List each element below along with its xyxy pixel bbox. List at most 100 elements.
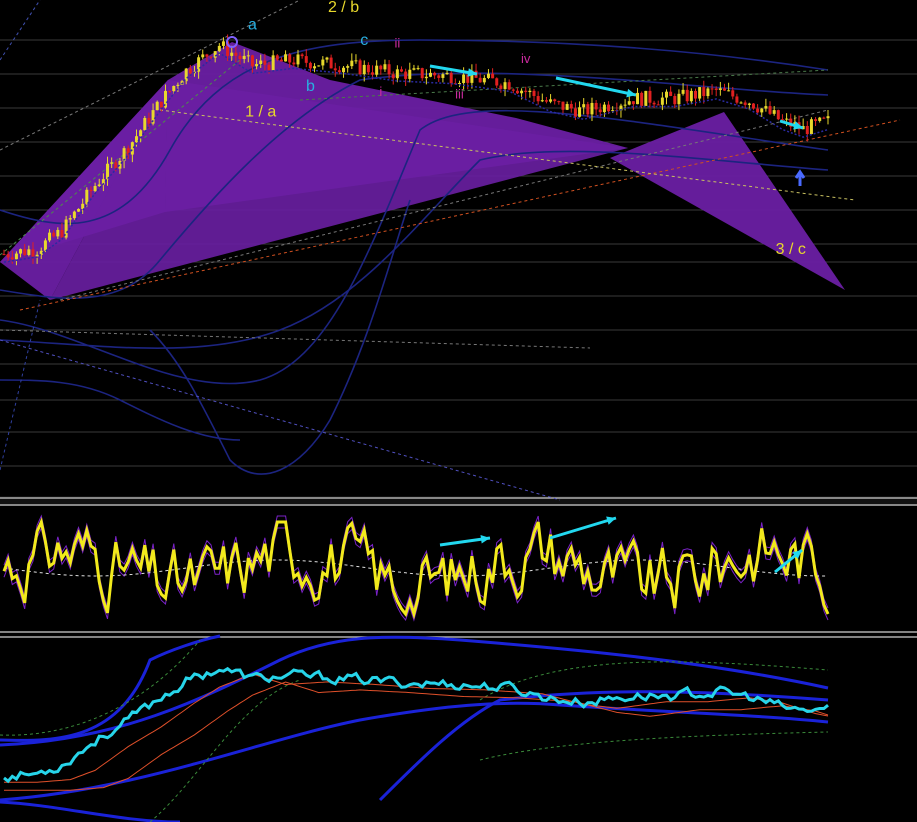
candle-body <box>681 89 685 94</box>
wave-label: i <box>379 84 382 99</box>
candle-body <box>706 88 710 97</box>
candle-body <box>23 249 27 255</box>
candle-body <box>56 229 60 237</box>
candle-body <box>354 60 358 62</box>
candle-body <box>317 65 321 67</box>
candle-body <box>337 70 341 73</box>
candle-body <box>586 104 590 115</box>
candle-body <box>569 104 573 109</box>
candle-body <box>756 108 760 113</box>
candle-body <box>462 74 466 83</box>
candle-body <box>524 90 528 93</box>
candle-body <box>822 117 826 119</box>
candle-body <box>110 162 114 164</box>
candle-body <box>412 68 416 70</box>
candle-body <box>135 136 139 143</box>
channel-upper <box>0 635 829 747</box>
candle-body <box>710 88 714 90</box>
candle-body <box>590 102 594 115</box>
candle-body <box>420 68 424 79</box>
candle-body <box>656 104 660 106</box>
candle-body <box>698 87 702 99</box>
candle-body <box>85 189 89 204</box>
candle-body <box>143 117 147 131</box>
candle-body <box>627 101 631 105</box>
candle-body <box>2 254 6 256</box>
candle-body <box>267 64 271 71</box>
wave-label: 2 / b <box>328 0 359 16</box>
candle-body <box>52 232 56 237</box>
candle-body <box>358 60 362 75</box>
candle-body <box>814 119 818 121</box>
candle-body <box>188 68 192 74</box>
candle-body <box>416 68 420 70</box>
candle-body <box>665 91 669 98</box>
candle-body <box>747 103 751 105</box>
candle-body <box>221 41 225 46</box>
wave-label: c <box>360 32 368 49</box>
candle-body <box>238 55 242 60</box>
wave-label: iv <box>521 51 531 66</box>
candle-body <box>644 90 648 106</box>
wave-label: 1 / a <box>245 103 276 120</box>
candle-body <box>689 90 693 102</box>
candle-body <box>176 84 180 86</box>
pattern-lower <box>50 80 628 300</box>
candle-body <box>623 104 627 106</box>
candle-body <box>217 45 221 52</box>
candle-body <box>234 52 238 56</box>
candle-body <box>130 142 134 155</box>
pattern-right <box>610 112 845 290</box>
candle-body <box>722 88 726 91</box>
candle-body <box>60 229 64 238</box>
candle-body <box>292 62 296 65</box>
candle-body <box>383 64 387 70</box>
candle-body <box>371 72 375 75</box>
candle-body <box>826 116 830 119</box>
trend-line <box>0 0 41 61</box>
candle-body <box>404 71 408 79</box>
candle-body <box>437 75 441 78</box>
candle-body <box>139 130 143 137</box>
candle-body <box>776 110 780 120</box>
candle-body <box>400 69 404 72</box>
candle-body <box>648 90 652 103</box>
candle-body <box>387 64 391 75</box>
candle-body <box>457 82 461 84</box>
candle-body <box>532 90 536 97</box>
channel-dotted <box>149 679 829 822</box>
candle-body <box>172 85 176 91</box>
candle-body <box>669 91 673 97</box>
candle-body <box>333 68 337 71</box>
candle-body <box>735 96 739 103</box>
candle-body <box>147 117 151 124</box>
candle-body <box>640 92 644 106</box>
candle-body <box>515 90 519 94</box>
candle-body <box>536 96 540 102</box>
candle-body <box>263 60 267 65</box>
candle-body <box>242 55 246 60</box>
wave-label: b <box>306 78 315 95</box>
candle-body <box>155 101 159 111</box>
candle-body <box>97 184 101 187</box>
candle-body <box>250 55 254 67</box>
candle-body <box>449 72 453 84</box>
candle-body <box>582 104 586 108</box>
candle-body <box>495 78 499 86</box>
candle-body <box>553 99 557 102</box>
candle-body <box>19 249 23 254</box>
candle-body <box>739 102 743 104</box>
candle-body <box>300 54 304 57</box>
candle-body <box>279 59 283 62</box>
candle-body <box>275 55 279 60</box>
wave-label: a <box>248 17 257 34</box>
candle-body <box>631 101 635 105</box>
candle-body <box>673 96 677 105</box>
candle-body <box>72 211 76 219</box>
candle-body <box>6 254 10 258</box>
candle-body <box>677 93 681 105</box>
candle-body <box>445 72 449 75</box>
candle-body <box>785 118 789 120</box>
candle-body <box>168 90 172 92</box>
pivot-marker <box>794 169 806 186</box>
